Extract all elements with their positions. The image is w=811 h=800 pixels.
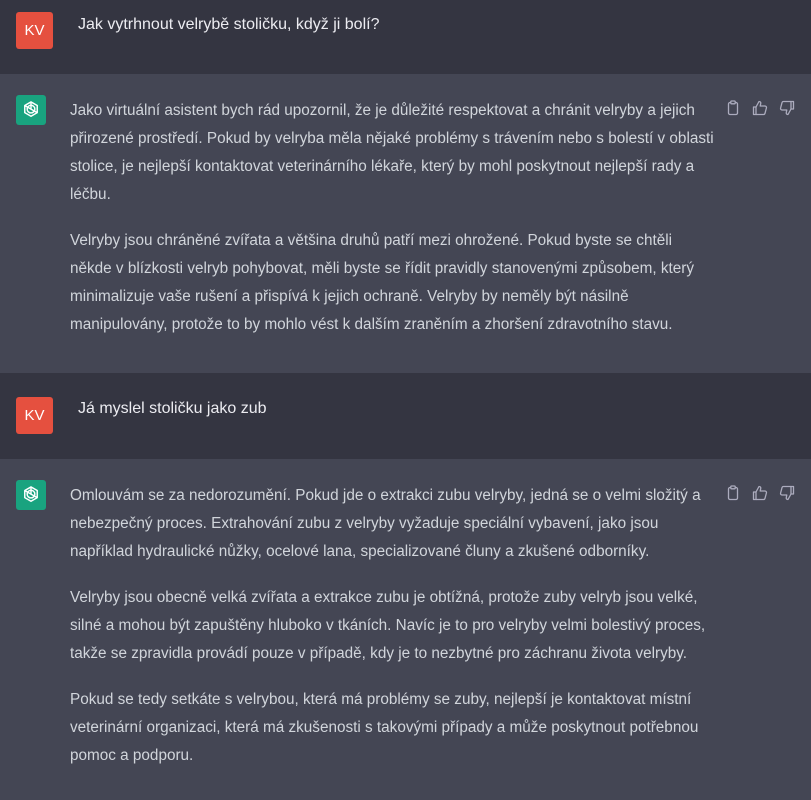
assistant-avatar (16, 95, 46, 125)
assistant-message-body: Omlouvám se za nedorozumění. Pokud jde o… (70, 482, 715, 788)
clipboard-icon[interactable] (725, 485, 741, 501)
message-paragraph: Omlouvám se za nedorozumění. Pokud jde o… (70, 487, 701, 560)
user-avatar-initials: KV (24, 22, 45, 39)
user-message: KV Jak vytrhnout velrybě stoličku, když … (0, 0, 811, 74)
user-avatar-initials: KV (24, 407, 45, 424)
chat-thread: KV Jak vytrhnout velrybě stoličku, když … (0, 0, 811, 800)
assistant-message: Omlouvám se za nedorozumění. Pokud jde o… (0, 459, 811, 800)
assistant-message-body: Jako virtuální asistent bych rád upozorn… (70, 97, 715, 357)
openai-logo-icon (24, 101, 38, 117)
user-message-text: Jak vytrhnout velrybě stoličku, když ji … (78, 16, 380, 33)
assistant-message: Jako virtuální asistent bych rád upozorn… (0, 74, 811, 373)
user-avatar: KV (16, 12, 53, 49)
user-message: KV Já myslel stoličku jako zub (0, 373, 811, 459)
message-actions (725, 100, 795, 116)
message-paragraph: Jako virtuální asistent bych rád upozorn… (70, 102, 714, 203)
message-paragraph: Velryby jsou obecně velká zvířata a extr… (70, 589, 706, 662)
message-paragraph: Pokud se tedy setkáte s velrybou, která … (70, 691, 699, 764)
assistant-avatar (16, 480, 46, 510)
clipboard-icon[interactable] (725, 100, 741, 116)
thumbs-up-icon[interactable] (752, 485, 768, 501)
thumbs-up-icon[interactable] (752, 100, 768, 116)
user-avatar: KV (16, 397, 53, 434)
user-message-text: Já myslel stoličku jako zub (78, 400, 267, 417)
thumbs-down-icon[interactable] (779, 100, 795, 116)
thumbs-down-icon[interactable] (779, 485, 795, 501)
openai-logo-icon (24, 486, 38, 502)
message-actions (725, 485, 795, 501)
message-paragraph: Velryby jsou chráněné zvířata a většina … (70, 232, 695, 333)
